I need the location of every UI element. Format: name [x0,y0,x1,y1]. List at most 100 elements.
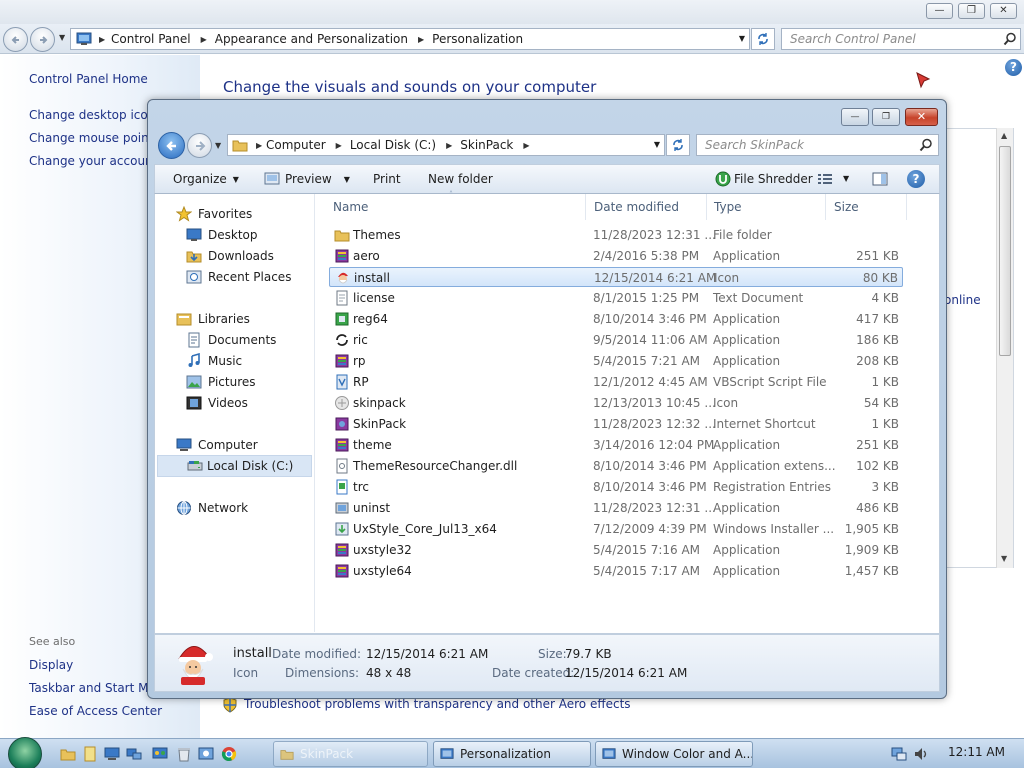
volume-icon[interactable] [914,747,930,761]
scroll-thumb[interactable] [999,146,1011,356]
network-tray-icon[interactable] [891,747,907,761]
explorer-search-input[interactable]: Search SkinPack [696,134,939,156]
address-dropdown-icon[interactable]: ▼ [739,34,745,43]
taskbar-button-skinpack[interactable]: SkinPack [273,741,428,767]
file-row[interactable]: license 8/1/2015 1:25 PM Text Document 4 KB [329,288,903,308]
maximize-button[interactable]: ❐ [872,108,900,126]
file-row[interactable]: rp 5/4/2015 7:21 AM Application 208 KB [329,351,903,371]
preview-pane-icon[interactable] [872,172,888,186]
organize-menu[interactable]: Organize ▼ [173,172,239,186]
column-divider[interactable] [906,194,907,220]
column-divider[interactable] [825,194,826,220]
minimize-button[interactable]: — [841,108,869,126]
taskbar-button-window-color[interactable]: Window Color and A... [595,741,753,767]
minimize-button[interactable]: — [926,3,953,19]
file-type: Application [713,312,781,326]
file-row[interactable]: UxStyle_Core_Jul13_x64 7/12/2009 4:39 PM W… [329,519,903,539]
troubleshoot-link[interactable]: Troubleshoot problems with transparency … [244,697,631,711]
breadcrumb-chevron-icon[interactable]: ▶ [201,35,207,44]
file-row[interactable]: uxstyle64 5/4/2015 7:17 AM Application 1,45… [329,561,903,581]
breadcrumb-item[interactable]: Personalization [432,29,523,49]
address-dropdown-icon[interactable]: ▼ [654,140,660,149]
control-panel-icon[interactable] [152,746,168,762]
new-folder-button[interactable]: New folder [428,172,493,186]
change-desktop-icons-link[interactable]: Change desktop icons [29,108,162,122]
settings-icon[interactable] [198,746,214,762]
column-divider[interactable] [585,194,586,220]
file-row[interactable]: install 12/15/2014 6:21 AM Icon 80 KB [329,267,903,287]
desktop-icon [186,228,202,241]
file-row[interactable]: aero 2/4/2016 5:38 PM Application 251 KB [329,246,903,266]
help-icon[interactable]: ? [1005,59,1022,76]
ease-of-access-link[interactable]: Ease of Access Center [29,704,162,718]
help-icon[interactable]: ? [907,170,925,188]
themes-scrollbar[interactable]: ▲ ▼ [996,128,1013,568]
forward-button[interactable] [30,27,55,52]
winrar-sfx-icon [335,249,349,263]
file-row[interactable]: ThemeResourceChanger.dll 8/10/2014 3:46 P… [329,456,903,476]
breadcrumb-chevron-icon[interactable]: ▶ [446,141,452,150]
file-row[interactable]: Themes 11/28/2023 12:31 ... File folder [329,225,903,245]
address-bar[interactable]: ▶ Computer ▶ Local Disk (C:) ▶ SkinPack ▶ ▼ [227,134,665,156]
forward-button[interactable] [187,133,212,158]
recycle-bin-icon[interactable] [176,746,192,762]
file-row[interactable]: theme 3/14/2016 12:04 PM Application 251 KB [329,435,903,455]
file-row[interactable]: reg64 8/10/2014 3:46 PM Application 417 KB [329,309,903,329]
back-button[interactable] [3,27,28,52]
breadcrumb-item[interactable]: Control Panel [111,29,191,49]
get-more-themes-online-link[interactable]: online [944,293,981,307]
file-row[interactable]: SkinPack 11/28/2023 12:32 ... Internet Sho… [329,414,903,434]
breadcrumb-item[interactable]: Local Disk (C:) [350,135,436,155]
search-icon[interactable] [1003,32,1017,46]
control-panel-home-link[interactable]: Control Panel Home [29,72,148,86]
navigation-pane: Favorites Desktop Downloads Recent Place… [155,194,315,632]
file-row[interactable]: uninst 11/28/2023 12:31 ... Application 486… [329,498,903,518]
view-dropdown-icon[interactable]: ▼ [843,174,849,183]
refresh-button[interactable] [666,134,690,156]
breadcrumb-item[interactable]: Appearance and Personalization [215,29,408,49]
recent-pages-chevron-icon[interactable]: ▼ [59,33,65,42]
file-row[interactable]: ric 9/5/2014 11:06 AM Application 186 KB [329,330,903,350]
breadcrumb-chevron-icon[interactable]: ▶ [336,141,342,150]
taskbar-button-personalization[interactable]: Personalization [433,741,591,767]
view-options-icon[interactable] [818,173,832,185]
file-row[interactable]: skinpack 12/13/2013 10:45 ... Icon 54 KB [329,393,903,413]
column-header-name[interactable]: Name [333,200,368,214]
column-header-date-modified[interactable]: Date modified [594,200,679,214]
close-button[interactable]: ✕ [905,108,938,126]
maximize-button[interactable]: ❐ [958,3,985,19]
close-button[interactable]: ✕ [990,3,1017,19]
file-row[interactable]: uxstyle32 5/4/2015 7:16 AM Application 1,90… [329,540,903,560]
display-link[interactable]: Display [29,658,73,672]
preview-menu[interactable]: Preview ▼ [285,172,350,186]
address-bar[interactable]: ▶ Control Panel ▶ Appearance and Personali… [70,28,750,50]
back-button[interactable] [158,132,185,159]
print-button[interactable]: Print [373,172,401,186]
search-icon[interactable] [919,138,933,152]
file-shredder-button[interactable]: File Shredder [734,172,813,186]
scroll-down-icon[interactable]: ▼ [1001,554,1007,563]
start-button[interactable] [8,737,42,768]
change-account-picture-link[interactable]: Change your account [29,154,157,168]
breadcrumb-item[interactable]: SkinPack [460,135,513,155]
document-icon[interactable] [82,746,98,762]
file-row[interactable]: RP 12/1/2012 4:45 AM VBScript Script File 1… [329,372,903,392]
nav-local-disk[interactable]: Local Disk (C:) [157,455,312,477]
breadcrumb-chevron-icon[interactable]: ▶ [523,141,529,150]
explorer-folder-icon[interactable] [60,746,76,762]
clock[interactable]: 12:11 AM [948,745,1005,759]
breadcrumb-item[interactable]: Computer [266,135,326,155]
breadcrumb-chevron-icon[interactable]: ▶ [418,35,424,44]
column-header-type[interactable]: Type [714,200,742,214]
recent-pages-chevron-icon[interactable]: ▼ [215,141,221,150]
file-row[interactable]: trc 8/10/2014 3:46 PM Registration Entries… [329,477,903,497]
column-divider[interactable] [706,194,707,220]
dropdown-arrow-icon: ▼ [343,175,350,184]
control-panel-search-input[interactable]: Search Control Panel [781,28,1021,50]
column-header-size[interactable]: Size [834,200,859,214]
network-share-icon[interactable] [126,746,142,762]
refresh-button[interactable] [751,28,775,50]
scroll-up-icon[interactable]: ▲ [1001,131,1007,140]
chrome-icon[interactable] [221,746,237,762]
computer-icon[interactable] [104,746,120,762]
